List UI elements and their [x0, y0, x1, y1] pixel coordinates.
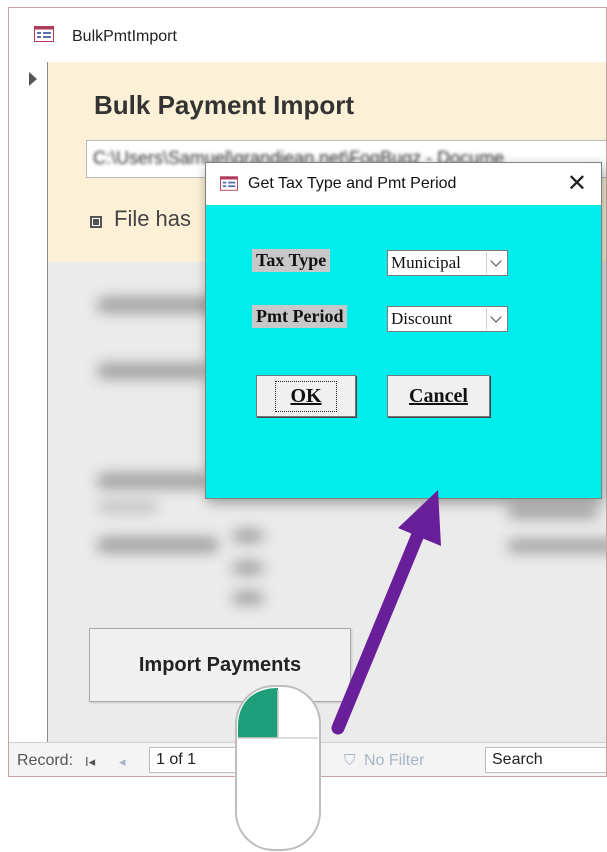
form-icon [34, 26, 54, 42]
blurred-content [508, 506, 598, 518]
pmt-period-combo[interactable]: Discount [387, 306, 508, 332]
tax-type-value: Municipal [391, 253, 461, 272]
file-has-checkbox[interactable] [90, 216, 102, 228]
import-payments-button[interactable]: Import Payments [89, 628, 351, 702]
form-heading: Bulk Payment Import [94, 90, 355, 120]
previous-record-icon[interactable]: ◂ [119, 754, 126, 770]
record-selector[interactable] [9, 62, 48, 742]
file-has-label: File has [114, 206, 192, 231]
blurred-content [98, 502, 158, 512]
blurred-content [233, 530, 263, 542]
pmt-period-value: Discount [391, 309, 453, 328]
blurred-content [98, 538, 218, 552]
cancel-button[interactable]: Cancel [387, 375, 490, 417]
current-record-arrow-icon [29, 72, 37, 86]
tax-type-combo[interactable]: Municipal [387, 250, 508, 276]
blurred-content [98, 364, 208, 378]
form-title-bar: BulkPmtImport [9, 8, 606, 62]
current-record-field[interactable]: 1 of 1 [149, 747, 249, 773]
tax-type-label: Tax Type [252, 249, 331, 272]
ok-button[interactable]: OK [256, 375, 356, 417]
no-filter-button[interactable]: No Filter [364, 752, 424, 770]
blurred-content [233, 592, 263, 604]
blurred-content [508, 540, 606, 552]
blurred-content [98, 298, 218, 312]
record-navigation-bar: Record: I◂ ◂ 1 of 1 ⛉ No Filter Search [9, 742, 606, 776]
first-record-icon[interactable]: I◂ [85, 754, 95, 770]
form-icon [220, 176, 238, 191]
cancel-button-label: Cancel [409, 384, 468, 407]
filter-icon[interactable]: ⛉ [344, 752, 355, 769]
ok-button-label: OK [275, 380, 337, 412]
search-field[interactable]: Search [485, 747, 606, 773]
chevron-down-icon[interactable] [486, 252, 506, 274]
window-title: BulkPmtImport [72, 28, 177, 45]
chevron-down-icon[interactable] [486, 308, 506, 330]
blurred-content [233, 562, 263, 574]
blurred-content [98, 474, 208, 488]
get-tax-type-dialog: Get Tax Type and Pmt Period ✕ Tax Type M… [205, 162, 602, 499]
close-icon[interactable]: ✕ [567, 169, 587, 198]
pmt-period-label: Pmt Period [252, 305, 348, 328]
dialog-title: Get Tax Type and Pmt Period [248, 175, 457, 192]
dialog-title-bar: Get Tax Type and Pmt Period ✕ [206, 163, 601, 205]
record-label: Record: [17, 752, 74, 769]
